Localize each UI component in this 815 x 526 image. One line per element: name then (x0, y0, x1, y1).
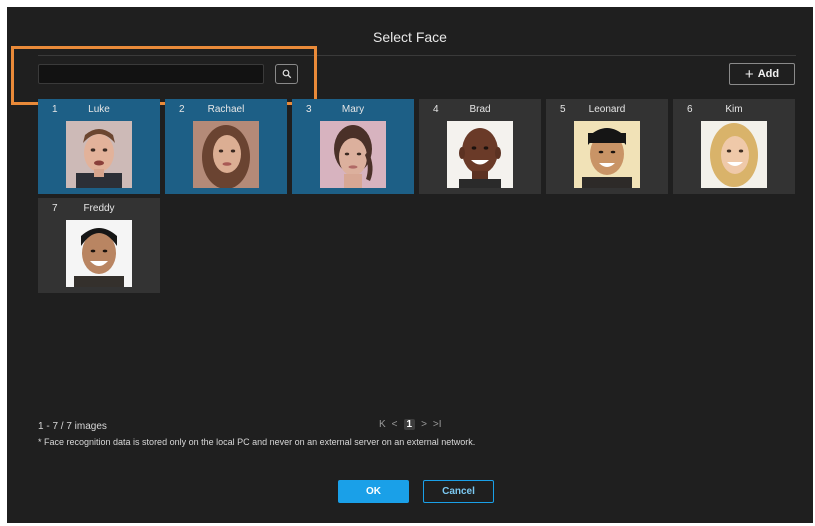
ok-button[interactable]: OK (338, 480, 409, 503)
face-card-luke[interactable]: 1 Luke (38, 99, 160, 194)
privacy-note: * Face recognition data is stored only o… (38, 437, 476, 447)
next-page-icon[interactable]: > (421, 419, 427, 430)
add-button[interactable]: + Add (729, 63, 795, 85)
pagination: K < 1 > >I (379, 419, 442, 430)
dialog-title: Select Face (373, 29, 447, 45)
face-card-brad[interactable]: 4 Brad (419, 99, 541, 194)
add-button-label: Add (757, 68, 780, 80)
face-photo-freddy (66, 220, 132, 287)
search-icon (282, 69, 291, 79)
image-count: 1 - 7 / 7 images (38, 421, 107, 432)
face-card-mary[interactable]: 3 Mary (292, 99, 414, 194)
face-name: Mary (341, 104, 365, 115)
select-face-dialog: Select Face + Add 1 Luke 2 Rachael 3 Mar… (7, 7, 813, 523)
plus-icon: + (744, 65, 754, 83)
face-name: Leonard (588, 104, 626, 115)
face-photo-rachael (193, 121, 259, 188)
face-card-leonard[interactable]: 5 Leonard (546, 99, 668, 194)
face-photo-mary (320, 121, 386, 188)
first-page-icon[interactable]: K (379, 419, 386, 430)
face-name: Freddy (83, 203, 115, 214)
face-card-rachael[interactable]: 2 Rachael (165, 99, 287, 194)
search-input[interactable] (38, 64, 264, 84)
prev-page-icon[interactable]: < (392, 419, 398, 430)
face-name: Brad (469, 104, 491, 115)
face-card-kim[interactable]: 6 Kim (673, 99, 795, 194)
last-page-icon[interactable]: >I (433, 419, 442, 430)
face-photo-leonard (574, 121, 640, 188)
face-photo-kim (701, 121, 767, 188)
face-name: Luke (88, 104, 110, 115)
current-page[interactable]: 1 (403, 419, 416, 430)
face-name: Rachael (207, 104, 245, 115)
face-card-freddy[interactable]: 7 Freddy (38, 198, 160, 293)
cancel-button[interactable]: Cancel (423, 480, 494, 503)
face-name: Kim (725, 104, 743, 115)
face-photo-brad (447, 121, 513, 188)
face-photo-luke (66, 121, 132, 188)
search-button[interactable] (275, 64, 298, 84)
